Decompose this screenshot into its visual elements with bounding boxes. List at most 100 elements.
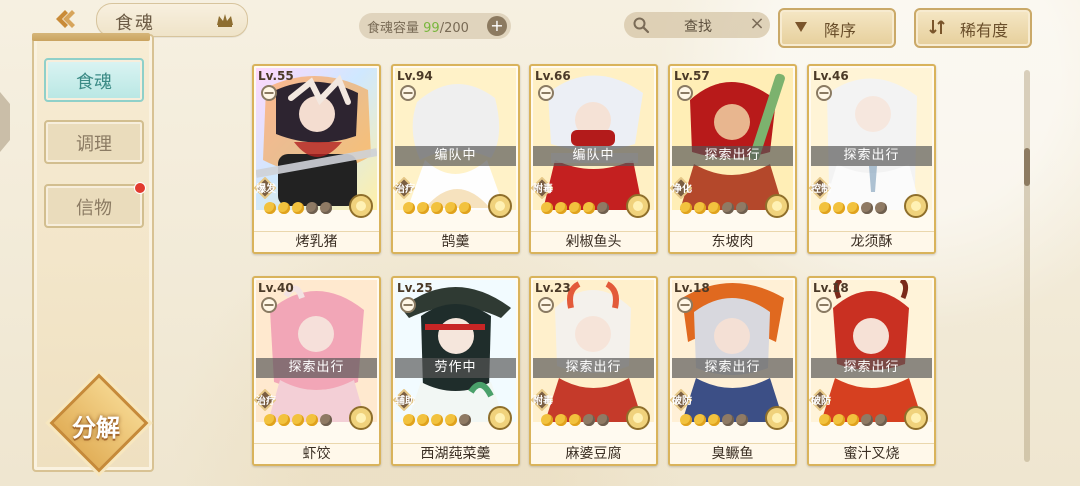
- clear-search-button[interactable]: ×: [749, 14, 765, 34]
- card-name: 麻婆豆腐: [531, 443, 656, 464]
- level-label: Lv.94: [397, 69, 433, 83]
- sort-rarity-label: 稀有度: [960, 21, 1009, 40]
- star-rating: [680, 414, 760, 426]
- tab-token[interactable]: 信物: [44, 182, 146, 228]
- star-icon: [736, 202, 748, 214]
- gear-icon: [400, 297, 416, 313]
- card-name: 虾饺: [254, 443, 379, 464]
- star-icon: [833, 202, 845, 214]
- level-label: Lv.40: [258, 281, 294, 295]
- star-rating: [264, 202, 344, 214]
- flower-badge-icon: [765, 194, 789, 218]
- star-rating: [403, 202, 483, 214]
- status-banner: 编队中: [533, 146, 654, 166]
- back-arrow-icon: [56, 10, 75, 28]
- tab-cooking[interactable]: 调理: [44, 120, 144, 164]
- gear-icon: [816, 85, 832, 101]
- star-icon: [445, 414, 457, 426]
- star-icon: [875, 202, 887, 214]
- soul-card[interactable]: Lv.94 编队中 治疗 鹄羹: [391, 64, 520, 254]
- level-label: Lv.46: [813, 69, 849, 83]
- dismantle-button[interactable]: 分解: [49, 373, 149, 473]
- star-icon: [541, 202, 553, 214]
- soul-card[interactable]: Lv.18 探索出行 破防 蜜汁叉烧: [807, 276, 936, 466]
- flower-badge-icon: [904, 194, 928, 218]
- card-name: 鹄羹: [393, 231, 518, 252]
- star-icon: [861, 414, 873, 426]
- gear-icon: [261, 297, 277, 313]
- sort-rarity-button[interactable]: 稀有度: [914, 8, 1032, 48]
- scrollbar-track[interactable]: [1024, 70, 1030, 462]
- star-rating: [680, 202, 760, 214]
- star-icon: [555, 202, 567, 214]
- panel-trim: [32, 33, 150, 41]
- soul-card[interactable]: Lv.46 探索出行 控制 龙须酥: [807, 64, 936, 254]
- role-label: 破防: [811, 396, 831, 407]
- status-banner: 探索出行: [256, 358, 377, 378]
- card-name: 臭鳜鱼: [670, 443, 795, 464]
- star-icon: [847, 414, 859, 426]
- role-label: 附毒: [533, 396, 553, 407]
- star-icon: [292, 202, 304, 214]
- tab-label: 信物: [76, 198, 112, 219]
- capacity-current: 99: [423, 21, 440, 36]
- add-capacity-button[interactable]: +: [487, 16, 507, 36]
- side-panel: 食魂 调理 信物 分解: [32, 33, 154, 473]
- sort-desc-button[interactable]: 降序: [778, 8, 896, 48]
- star-icon: [417, 202, 429, 214]
- star-icon: [875, 414, 887, 426]
- gear-icon: [400, 85, 416, 101]
- star-rating: [541, 202, 621, 214]
- role-label: 附毒: [533, 184, 553, 195]
- level-label: Lv.23: [535, 281, 571, 295]
- star-icon: [541, 414, 553, 426]
- level-label: Lv.18: [674, 281, 710, 295]
- level-label: Lv.57: [674, 69, 710, 83]
- scrollbar-thumb[interactable]: [1024, 148, 1030, 186]
- status-banner: 探索出行: [533, 358, 654, 378]
- star-icon: [403, 414, 415, 426]
- star-rating: [541, 414, 621, 426]
- card-name: 西湖莼菜羹: [393, 443, 518, 464]
- flower-badge-icon: [488, 406, 512, 430]
- tab-label: 食魂: [76, 72, 112, 93]
- gear-icon: [677, 85, 693, 101]
- level-label: Lv.25: [397, 281, 433, 295]
- flower-badge-icon: [349, 194, 373, 218]
- level-label: Lv.55: [258, 69, 294, 83]
- capacity-box: 食魂容量 99/200 +: [359, 13, 511, 39]
- search-label: 查找: [684, 19, 712, 35]
- status-banner: 探索出行: [672, 146, 793, 166]
- star-icon: [597, 414, 609, 426]
- star-icon: [569, 202, 581, 214]
- level-label: Lv.66: [535, 69, 571, 83]
- page-title: 食魂: [115, 13, 155, 34]
- back-button[interactable]: [52, 6, 82, 32]
- tab-food-soul[interactable]: 食魂: [44, 58, 144, 102]
- star-icon: [403, 202, 415, 214]
- flower-badge-icon: [626, 406, 650, 430]
- soul-grid: Lv.55 爆发 烤乳猪 Lv.94 编队中 治疗 鹄羹 Lv.66 编队中 附…: [252, 64, 936, 466]
- status-banner: 探索出行: [811, 358, 932, 378]
- soul-card[interactable]: Lv.25 劳作中 辅助 西湖莼菜羹: [391, 276, 520, 466]
- star-icon: [847, 202, 859, 214]
- star-icon: [583, 202, 595, 214]
- soul-card[interactable]: Lv.55 爆发 烤乳猪: [252, 64, 381, 254]
- gear-icon: [538, 85, 554, 101]
- status-banner: 探索出行: [672, 358, 793, 378]
- soul-card[interactable]: Lv.23 探索出行 附毒 麻婆豆腐: [529, 276, 658, 466]
- food-soul-screen: 食魂 食魂容量 99/200 + 查找 × 降序 稀有度 食魂 调理 信物 分解…: [0, 0, 1080, 486]
- star-icon: [320, 202, 332, 214]
- search-box[interactable]: 查找 ×: [624, 12, 770, 38]
- soul-card[interactable]: Lv.40 探索出行 治疗 虾饺: [252, 276, 381, 466]
- capacity-total: /200: [439, 21, 469, 36]
- soul-card[interactable]: Lv.18 探索出行 破防 臭鳜鱼: [668, 276, 797, 466]
- title-pill: 食魂: [96, 3, 248, 37]
- flower-badge-icon: [626, 194, 650, 218]
- star-icon: [694, 414, 706, 426]
- star-icon: [722, 414, 734, 426]
- soul-card[interactable]: Lv.66 编队中 附毒 剁椒鱼头: [529, 64, 658, 254]
- star-icon: [278, 202, 290, 214]
- soul-card[interactable]: Lv.57 探索出行 净化 东坡肉: [668, 64, 797, 254]
- star-icon: [694, 202, 706, 214]
